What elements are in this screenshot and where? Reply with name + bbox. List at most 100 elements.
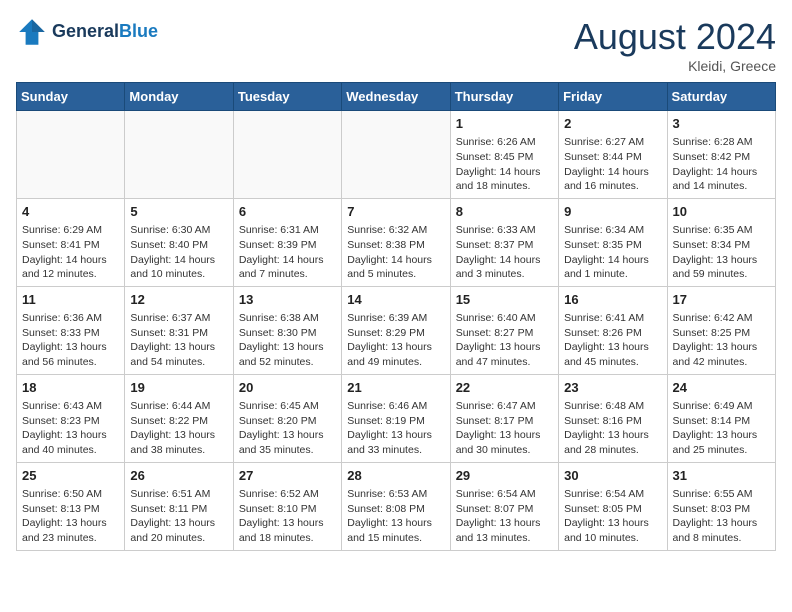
day-info: Sunrise: 6:43 AM Sunset: 8:23 PM Dayligh… xyxy=(22,399,119,458)
day-info: Sunrise: 6:26 AM Sunset: 8:45 PM Dayligh… xyxy=(456,135,553,194)
day-info: Sunrise: 6:30 AM Sunset: 8:40 PM Dayligh… xyxy=(130,223,227,282)
calendar-cell: 23 Sunrise: 6:48 AM Sunset: 8:16 PM Dayli… xyxy=(559,374,667,462)
calendar-cell: 31 Sunrise: 6:55 AM Sunset: 8:03 PM Dayli… xyxy=(667,462,775,550)
day-info: Sunrise: 6:52 AM Sunset: 8:10 PM Dayligh… xyxy=(239,487,336,546)
day-number: 25 xyxy=(22,467,119,485)
day-info: Sunrise: 6:35 AM Sunset: 8:34 PM Dayligh… xyxy=(673,223,770,282)
day-info: Sunrise: 6:48 AM Sunset: 8:16 PM Dayligh… xyxy=(564,399,661,458)
day-info: Sunrise: 6:31 AM Sunset: 8:39 PM Dayligh… xyxy=(239,223,336,282)
calendar-cell: 13 Sunrise: 6:38 AM Sunset: 8:30 PM Dayli… xyxy=(233,286,341,374)
day-info: Sunrise: 6:45 AM Sunset: 8:20 PM Dayligh… xyxy=(239,399,336,458)
calendar-cell: 27 Sunrise: 6:52 AM Sunset: 8:10 PM Dayli… xyxy=(233,462,341,550)
day-info: Sunrise: 6:54 AM Sunset: 8:07 PM Dayligh… xyxy=(456,487,553,546)
calendar-cell: 18Sunrise: 6:43 AM Sunset: 8:23 PM Dayli… xyxy=(17,374,125,462)
calendar-cell: 30Sunrise: 6:54 AM Sunset: 8:05 PM Dayli… xyxy=(559,462,667,550)
day-info: Sunrise: 6:36 AM Sunset: 8:33 PM Dayligh… xyxy=(22,311,119,370)
calendar-cell: 28 Sunrise: 6:53 AM Sunset: 8:08 PM Dayli… xyxy=(342,462,450,550)
day-number: 22 xyxy=(456,379,553,397)
calendar-cell xyxy=(125,111,233,199)
day-info: Sunrise: 6:38 AM Sunset: 8:30 PM Dayligh… xyxy=(239,311,336,370)
calendar-cell: 6 Sunrise: 6:31 AM Sunset: 8:39 PM Daylig… xyxy=(233,198,341,286)
day-info: Sunrise: 6:44 AM Sunset: 8:22 PM Dayligh… xyxy=(130,399,227,458)
day-info: Sunrise: 6:50 AM Sunset: 8:13 PM Dayligh… xyxy=(22,487,119,546)
calendar-cell: 10 Sunrise: 6:35 AM Sunset: 8:34 PM Dayli… xyxy=(667,198,775,286)
day-info: Sunrise: 6:42 AM Sunset: 8:25 PM Dayligh… xyxy=(673,311,770,370)
day-info: Sunrise: 6:49 AM Sunset: 8:14 PM Dayligh… xyxy=(673,399,770,458)
weekday-header-thursday: Thursday xyxy=(450,83,558,111)
day-info: Sunrise: 6:53 AM Sunset: 8:08 PM Dayligh… xyxy=(347,487,444,546)
day-info: Sunrise: 6:55 AM Sunset: 8:03 PM Dayligh… xyxy=(673,487,770,546)
day-number: 24 xyxy=(673,379,770,397)
day-info: Sunrise: 6:27 AM Sunset: 8:44 PM Dayligh… xyxy=(564,135,661,194)
day-number: 23 xyxy=(564,379,661,397)
day-number: 13 xyxy=(239,291,336,309)
day-info: Sunrise: 6:32 AM Sunset: 8:38 PM Dayligh… xyxy=(347,223,444,282)
weekday-header-sunday: Sunday xyxy=(17,83,125,111)
weekday-header-monday: Monday xyxy=(125,83,233,111)
calendar-cell: 9Sunrise: 6:34 AM Sunset: 8:35 PM Daylig… xyxy=(559,198,667,286)
calendar-cell: 16Sunrise: 6:41 AM Sunset: 8:26 PM Dayli… xyxy=(559,286,667,374)
day-number: 27 xyxy=(239,467,336,485)
calendar-cell: 3 Sunrise: 6:28 AM Sunset: 8:42 PM Daylig… xyxy=(667,111,775,199)
day-info: Sunrise: 6:37 AM Sunset: 8:31 PM Dayligh… xyxy=(130,311,227,370)
day-number: 12 xyxy=(130,291,227,309)
calendar-cell: 17 Sunrise: 6:42 AM Sunset: 8:25 PM Dayli… xyxy=(667,286,775,374)
calendar-cell: 4 Sunrise: 6:29 AM Sunset: 8:41 PM Daylig… xyxy=(17,198,125,286)
calendar-cell: 2 Sunrise: 6:27 AM Sunset: 8:44 PM Daylig… xyxy=(559,111,667,199)
day-number: 1 xyxy=(456,115,553,133)
day-number: 31 xyxy=(673,467,770,485)
day-info: Sunrise: 6:51 AM Sunset: 8:11 PM Dayligh… xyxy=(130,487,227,546)
day-number: 2 xyxy=(564,115,661,133)
calendar-cell: 26 Sunrise: 6:51 AM Sunset: 8:11 PM Dayli… xyxy=(125,462,233,550)
day-info: Sunrise: 6:46 AM Sunset: 8:19 PM Dayligh… xyxy=(347,399,444,458)
calendar-table: SundayMondayTuesdayWednesdayThursdayFrid… xyxy=(16,82,776,551)
calendar-cell: 20 Sunrise: 6:45 AM Sunset: 8:20 PM Dayli… xyxy=(233,374,341,462)
logo-icon xyxy=(16,16,48,48)
day-info: Sunrise: 6:33 AM Sunset: 8:37 PM Dayligh… xyxy=(456,223,553,282)
calendar-cell: 24 Sunrise: 6:49 AM Sunset: 8:14 PM Dayli… xyxy=(667,374,775,462)
day-number: 26 xyxy=(130,467,227,485)
week-row-2: 4 Sunrise: 6:29 AM Sunset: 8:41 PM Daylig… xyxy=(17,198,776,286)
location: Kleidi, Greece xyxy=(574,58,776,74)
day-number: 4 xyxy=(22,203,119,221)
day-number: 20 xyxy=(239,379,336,397)
day-number: 15 xyxy=(456,291,553,309)
day-number: 11 xyxy=(22,291,119,309)
week-row-3: 11 Sunrise: 6:36 AM Sunset: 8:33 PM Dayli… xyxy=(17,286,776,374)
logo-text: GeneralBlue xyxy=(52,22,158,42)
day-number: 14 xyxy=(347,291,444,309)
day-info: Sunrise: 6:47 AM Sunset: 8:17 PM Dayligh… xyxy=(456,399,553,458)
day-number: 21 xyxy=(347,379,444,397)
calendar-cell: 21 Sunrise: 6:46 AM Sunset: 8:19 PM Dayli… xyxy=(342,374,450,462)
week-row-1: 1 Sunrise: 6:26 AM Sunset: 8:45 PM Daylig… xyxy=(17,111,776,199)
week-row-5: 25 Sunrise: 6:50 AM Sunset: 8:13 PM Dayli… xyxy=(17,462,776,550)
day-number: 10 xyxy=(673,203,770,221)
day-number: 28 xyxy=(347,467,444,485)
calendar-cell: 11 Sunrise: 6:36 AM Sunset: 8:33 PM Dayli… xyxy=(17,286,125,374)
day-number: 9 xyxy=(564,203,661,221)
title-area: August 2024 Kleidi, Greece xyxy=(574,16,776,74)
calendar-cell: 12 Sunrise: 6:37 AM Sunset: 8:31 PM Dayli… xyxy=(125,286,233,374)
weekday-header-tuesday: Tuesday xyxy=(233,83,341,111)
day-info: Sunrise: 6:28 AM Sunset: 8:42 PM Dayligh… xyxy=(673,135,770,194)
calendar-cell: 5Sunrise: 6:30 AM Sunset: 8:40 PM Daylig… xyxy=(125,198,233,286)
day-info: Sunrise: 6:39 AM Sunset: 8:29 PM Dayligh… xyxy=(347,311,444,370)
calendar-cell: 8Sunrise: 6:33 AM Sunset: 8:37 PM Daylig… xyxy=(450,198,558,286)
day-number: 17 xyxy=(673,291,770,309)
calendar-cell: 15Sunrise: 6:40 AM Sunset: 8:27 PM Dayli… xyxy=(450,286,558,374)
calendar-cell: 14 Sunrise: 6:39 AM Sunset: 8:29 PM Dayli… xyxy=(342,286,450,374)
weekday-header-friday: Friday xyxy=(559,83,667,111)
weekday-header-saturday: Saturday xyxy=(667,83,775,111)
calendar-cell: 29Sunrise: 6:54 AM Sunset: 8:07 PM Dayli… xyxy=(450,462,558,550)
day-info: Sunrise: 6:29 AM Sunset: 8:41 PM Dayligh… xyxy=(22,223,119,282)
day-number: 19 xyxy=(130,379,227,397)
day-number: 3 xyxy=(673,115,770,133)
weekday-header-row: SundayMondayTuesdayWednesdayThursdayFrid… xyxy=(17,83,776,111)
day-number: 6 xyxy=(239,203,336,221)
day-number: 7 xyxy=(347,203,444,221)
calendar-cell xyxy=(233,111,341,199)
day-info: Sunrise: 6:54 AM Sunset: 8:05 PM Dayligh… xyxy=(564,487,661,546)
calendar-cell: 25 Sunrise: 6:50 AM Sunset: 8:13 PM Dayli… xyxy=(17,462,125,550)
calendar-cell: 19 Sunrise: 6:44 AM Sunset: 8:22 PM Dayli… xyxy=(125,374,233,462)
calendar-cell: 7 Sunrise: 6:32 AM Sunset: 8:38 PM Daylig… xyxy=(342,198,450,286)
